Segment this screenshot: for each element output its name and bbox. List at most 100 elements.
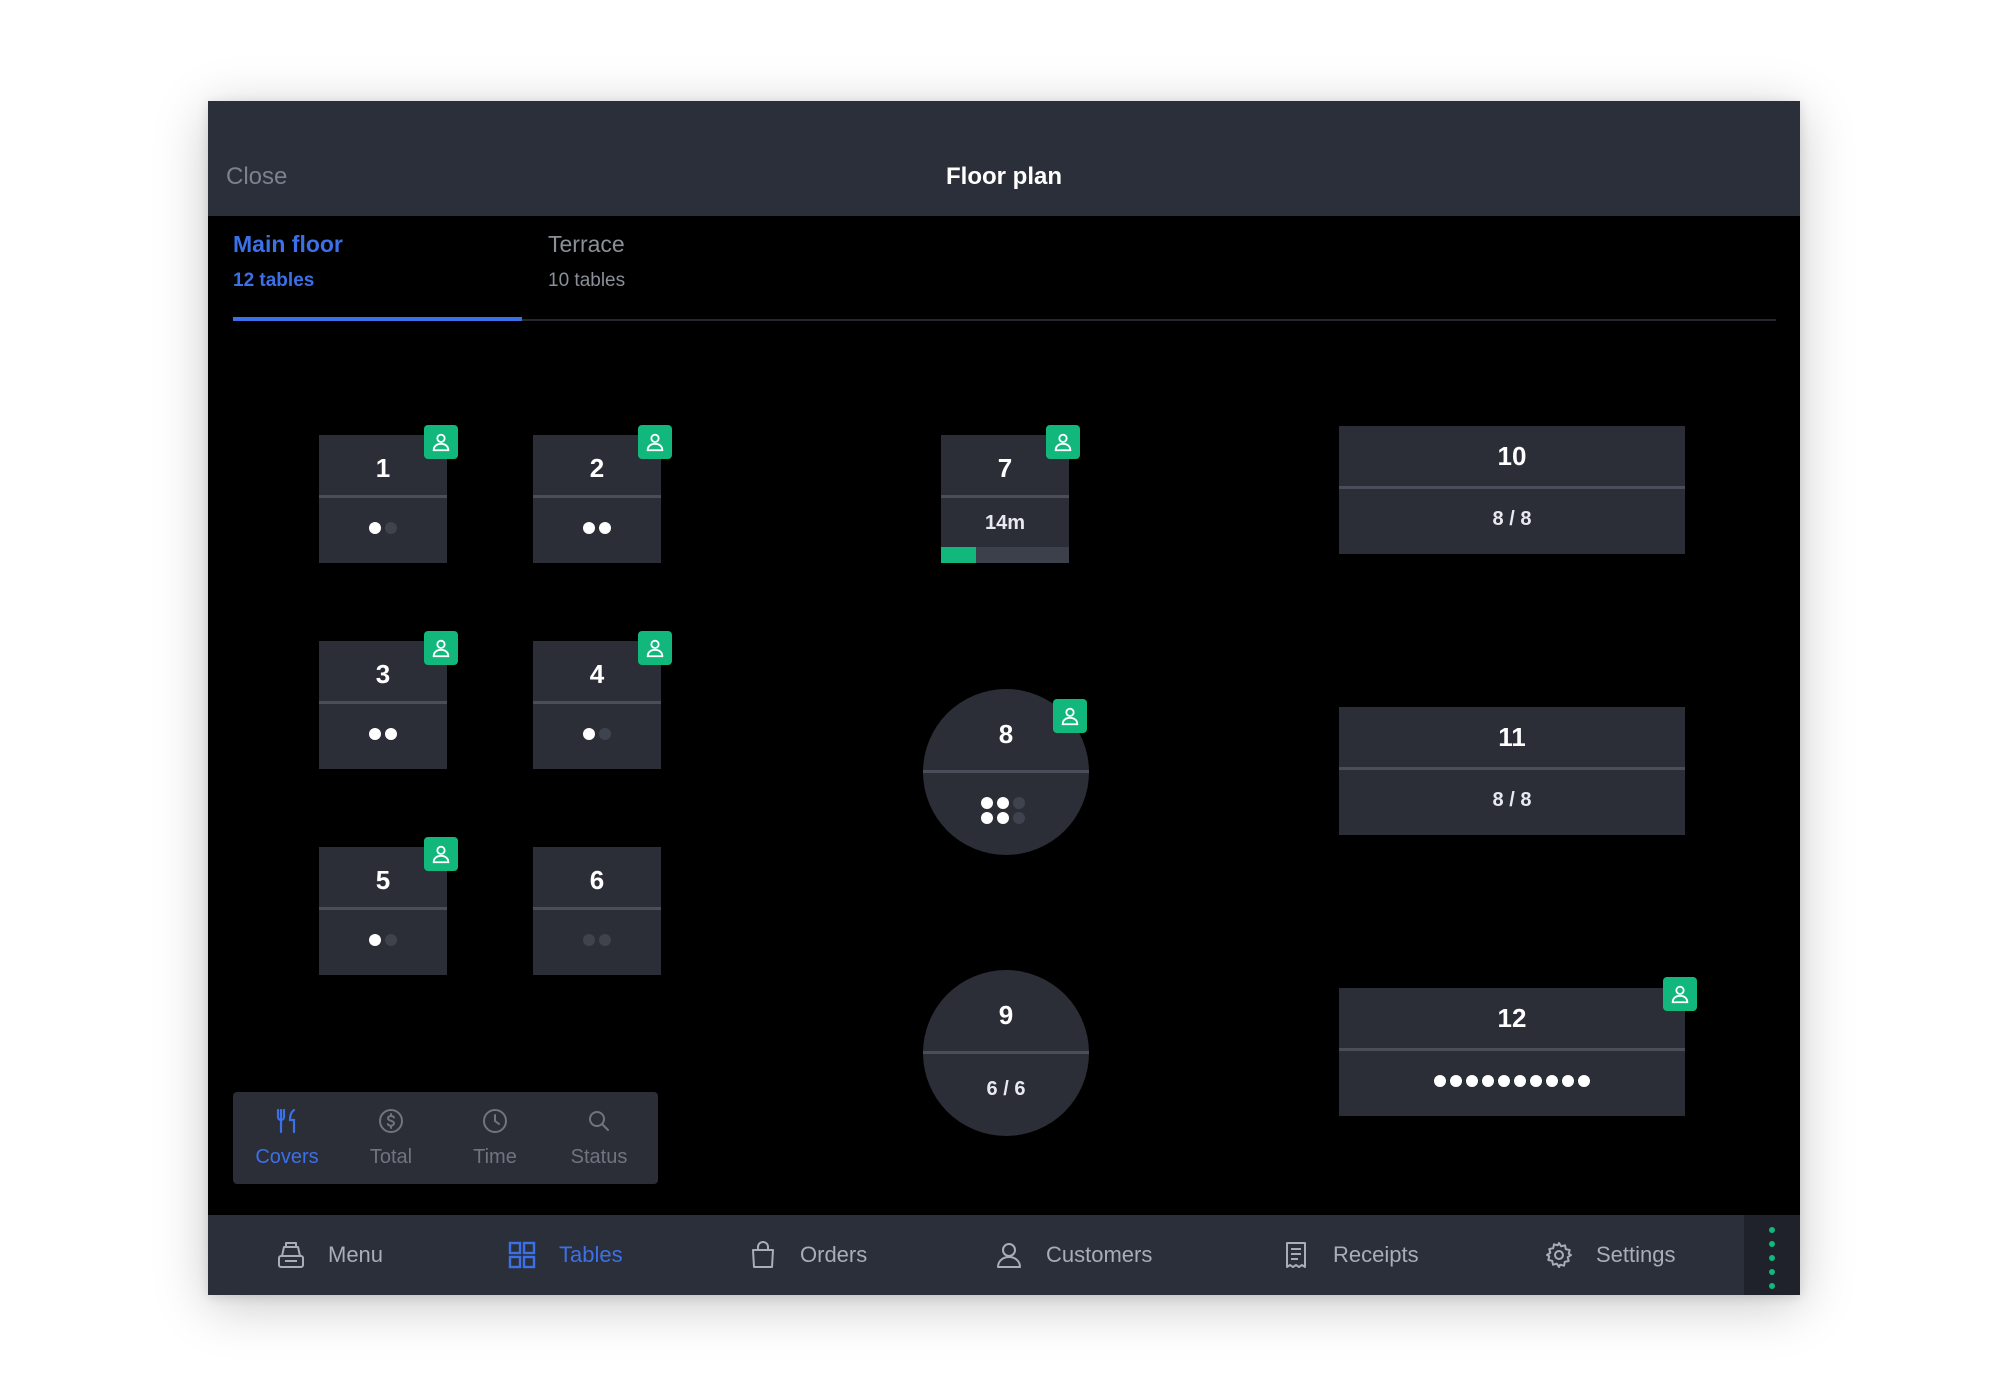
cover-dot-empty <box>1013 812 1025 824</box>
status-view-button[interactable]: Status <box>547 1092 651 1184</box>
cover-dot-empty <box>385 522 397 534</box>
table-9[interactable]: 9 6 / 6 <box>923 970 1089 1136</box>
more-dot <box>1769 1269 1775 1275</box>
cover-dot-filled <box>369 728 381 740</box>
cover-dot-filled <box>1530 1075 1542 1087</box>
grid-icon <box>508 1241 536 1269</box>
more-dot <box>1769 1227 1775 1233</box>
cover-dot-empty <box>599 934 611 946</box>
nav-customers-label: Customers <box>1046 1242 1153 1267</box>
table-11[interactable]: 11 8 / 8 <box>1339 707 1685 835</box>
tab-label: Terrace <box>548 231 625 257</box>
table-divider <box>1339 767 1685 770</box>
table-10[interactable]: 10 8 / 8 <box>1339 426 1685 554</box>
cash-register-icon <box>278 1242 304 1268</box>
table-divider <box>319 701 447 704</box>
more-dot <box>1769 1283 1775 1289</box>
table-divider <box>319 495 447 498</box>
table-divider <box>1339 486 1685 489</box>
table-divider <box>533 701 661 704</box>
more-dot <box>1769 1241 1775 1247</box>
occupied-badge[interactable] <box>638 631 672 665</box>
table-6[interactable]: 6 <box>533 847 661 975</box>
occupied-badge[interactable] <box>1053 699 1087 733</box>
cover-dot-filled <box>1450 1075 1462 1087</box>
covers-view-label: Covers <box>255 1146 319 1168</box>
nav-tables-label: Tables <box>559 1242 623 1267</box>
tab-label: Main floor <box>233 231 343 257</box>
table-12[interactable]: 12 <box>1339 988 1685 1116</box>
nav-settings-label: Settings <box>1596 1242 1676 1267</box>
cover-dot-filled <box>583 728 595 740</box>
active-tab-indicator <box>233 317 522 321</box>
occupied-badge[interactable] <box>1663 977 1697 1011</box>
more-vertical-icon[interactable] <box>1744 1215 1800 1295</box>
clock-icon <box>483 1109 507 1133</box>
occupied-badge[interactable] <box>424 631 458 665</box>
gear-icon <box>1546 1242 1572 1268</box>
cover-dot-filled <box>997 797 1009 809</box>
total-view-label: Total <box>369 1146 413 1168</box>
cover-dot-filled <box>1434 1075 1446 1087</box>
covers-indicator <box>319 934 447 946</box>
nav-receipts-label: Receipts <box>1333 1242 1419 1267</box>
person-icon <box>997 1243 1021 1268</box>
tab-main-floor[interactable]: Main floor 12 tables <box>233 231 343 292</box>
cover-dot-filled <box>1498 1075 1510 1087</box>
cover-dot-empty <box>583 934 595 946</box>
table-divider <box>923 770 1089 773</box>
nav-menu-label: Menu <box>328 1242 384 1267</box>
cover-dot-filled <box>385 728 397 740</box>
cover-dot-filled <box>369 934 381 946</box>
cover-dot-filled <box>1514 1075 1526 1087</box>
covers-indicator <box>981 797 1033 824</box>
person-icon <box>432 845 450 864</box>
covers-view-button[interactable]: Covers <box>235 1092 339 1184</box>
cover-dot-empty <box>1013 797 1025 809</box>
covers-count: 8 / 8 <box>1492 789 1532 811</box>
cover-dot-filled <box>369 522 381 534</box>
cover-dot-filled <box>997 812 1009 824</box>
table-number: 6 <box>589 865 605 895</box>
covers-indicator <box>319 522 447 534</box>
covers-count: 6 / 6 <box>986 1078 1026 1100</box>
cover-dot-filled <box>1578 1075 1590 1087</box>
covers-indicator <box>533 728 661 740</box>
cover-dot-filled <box>1466 1075 1478 1087</box>
person-icon <box>432 433 450 452</box>
view-mode-toolbar: Covers Total Time Status <box>233 1092 658 1184</box>
occupied-badge[interactable] <box>424 425 458 459</box>
nav-orders-label: Orders <box>800 1242 868 1267</box>
more-dot <box>1769 1255 1775 1261</box>
table-divider <box>533 495 661 498</box>
page-title: Floor plan <box>946 163 1062 190</box>
table-divider <box>319 907 447 910</box>
tab-table-count: 10 tables <box>548 270 626 291</box>
cover-dot-filled <box>981 812 993 824</box>
tab-terrace[interactable]: Terrace 10 tables <box>548 231 625 292</box>
cover-dot-empty <box>385 934 397 946</box>
person-icon <box>646 639 664 658</box>
covers-indicator <box>319 728 447 740</box>
search-icon <box>589 1111 609 1131</box>
person-icon <box>1671 985 1689 1004</box>
cutlery-icon <box>276 1108 296 1134</box>
time-progress-bar <box>941 547 1069 563</box>
cover-dot-filled <box>583 522 595 534</box>
dollar-coin-icon <box>379 1109 403 1133</box>
covers-count: 8 / 8 <box>1492 508 1532 530</box>
time-progress-fill <box>941 547 976 563</box>
occupied-badge[interactable] <box>638 425 672 459</box>
bottom-navigation: Menu Tables Orders Customers Receipts Se… <box>208 1215 1800 1295</box>
table-number: 12 <box>1497 1003 1527 1033</box>
table-number: 11 <box>1498 722 1526 752</box>
total-view-button[interactable]: Total <box>339 1092 443 1184</box>
covers-indicator <box>533 522 661 534</box>
table-number: 9 <box>998 1000 1014 1030</box>
occupied-badge[interactable] <box>424 837 458 871</box>
occupied-badge[interactable] <box>1046 425 1080 459</box>
elapsed-time: 14m <box>984 512 1026 534</box>
covers-indicator <box>1339 1075 1685 1087</box>
receipt-icon <box>1286 1242 1306 1268</box>
time-view-button[interactable]: Time <box>443 1092 547 1184</box>
